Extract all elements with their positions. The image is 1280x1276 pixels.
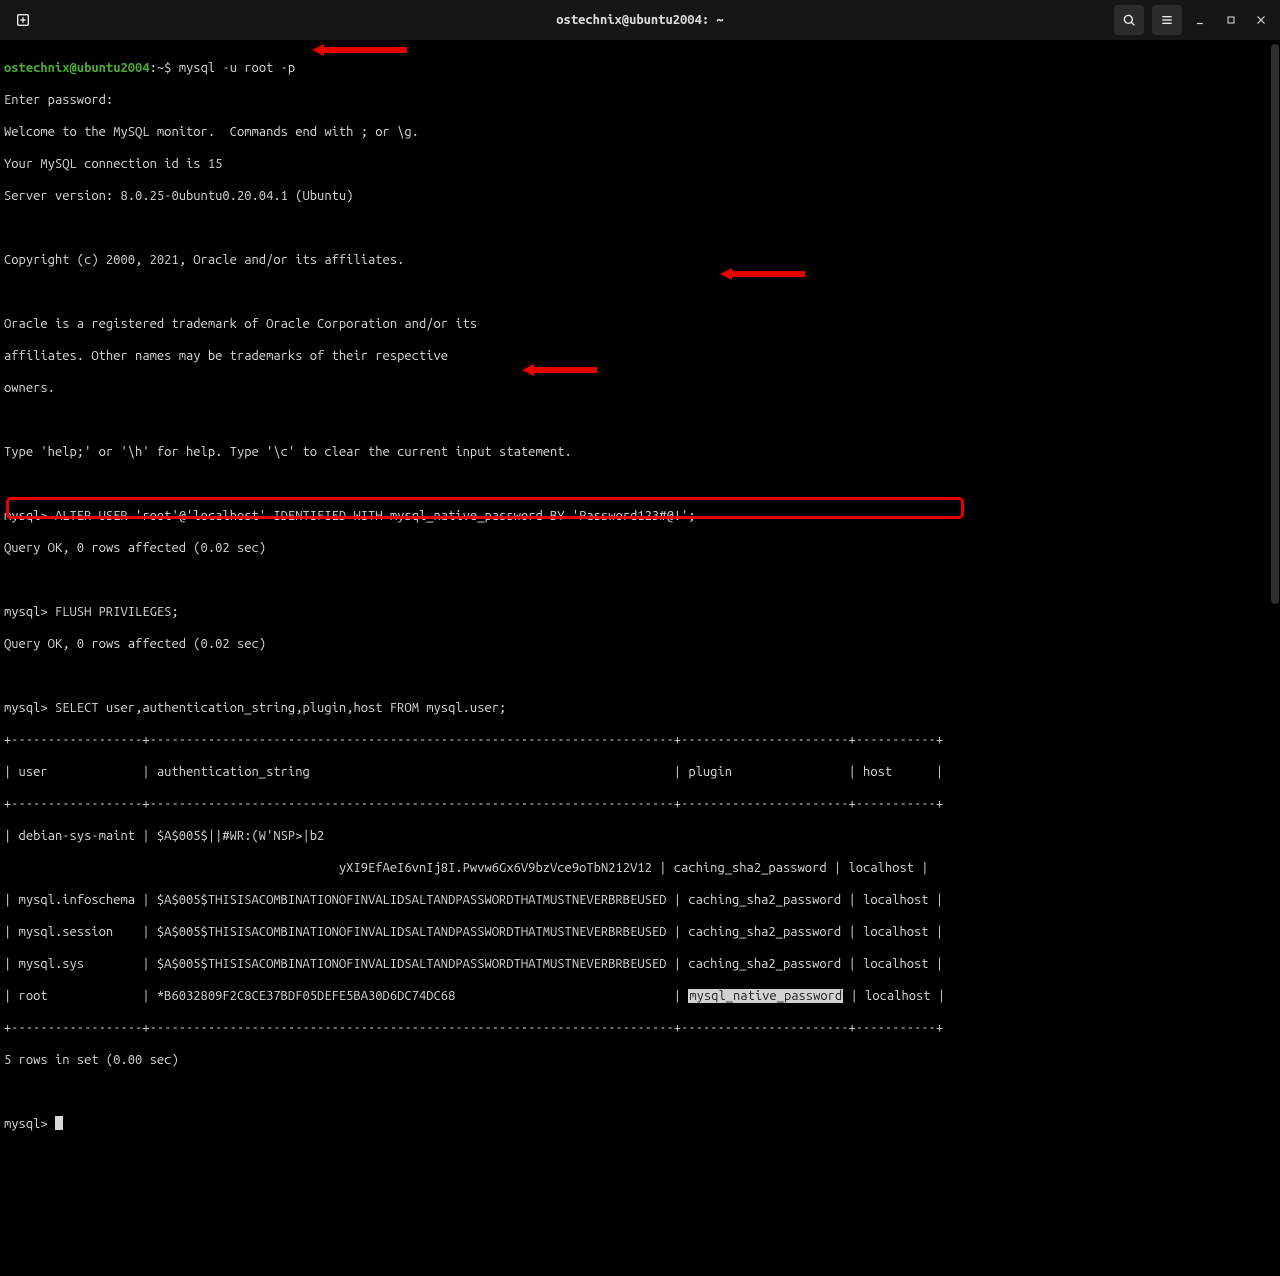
table-row-root-left: | root | *B6032809F2C8CE37BDF05DEFE5BA30…: [4, 989, 688, 1003]
hamburger-menu-icon[interactable]: [1152, 5, 1182, 35]
shell-command: mysql -u root -p: [179, 61, 295, 75]
titlebar: ostechnix@ubuntu2004: ~: [0, 0, 1280, 40]
window-title: ostechnix@ubuntu2004: ~: [0, 12, 1280, 28]
table-row-debian-2: yXI9EfAeI6vnIj8I.Pwvw6Gx6V9bzVce9oTbN212…: [4, 860, 1276, 876]
maximize-button[interactable]: [1220, 9, 1242, 31]
trademark-line-2: affiliates. Other names may be trademark…: [4, 348, 1276, 364]
trademark-line-1: Oracle is a registered trademark of Orac…: [4, 316, 1276, 332]
query-ok-2: Query OK, 0 rows affected (0.02 sec): [4, 636, 1276, 652]
query-ok-1: Query OK, 0 rows affected (0.02 sec): [4, 540, 1276, 556]
table-row-root-right: | localhost |: [843, 989, 945, 1003]
root-plugin-highlight: mysql_native_password: [688, 989, 843, 1003]
table-header: | user | authentication_string | plugin …: [4, 764, 1276, 780]
terminal-area[interactable]: ostechnix@ubuntu2004:~$ mysql -u root -p…: [0, 40, 1280, 1276]
mysql-prompt: mysql>: [4, 605, 48, 619]
table-row-session: | mysql.session | $A$005$THISISACOMBINAT…: [4, 924, 1276, 940]
server-version-line: Server version: 8.0.25-0ubuntu0.20.04.1 …: [4, 188, 1276, 204]
close-button[interactable]: [1250, 9, 1272, 31]
annotation-arrow-2: [720, 268, 805, 280]
trademark-line-3: owners.: [4, 380, 1276, 396]
scrollbar[interactable]: [1270, 40, 1280, 652]
scrollbar-thumb[interactable]: [1271, 44, 1279, 604]
table-border-mid: +------------------+--------------------…: [4, 796, 1276, 812]
mysql-prompt-final: mysql>: [4, 1117, 55, 1131]
welcome-line: Welcome to the MySQL monitor. Commands e…: [4, 124, 1276, 140]
prompt-user-host: ostechnix@ubuntu2004: [4, 61, 150, 75]
copyright-line: Copyright (c) 2000, 2021, Oracle and/or …: [4, 252, 1276, 268]
new-tab-icon[interactable]: [8, 5, 38, 35]
flush-stmt: FLUSH PRIVILEGES;: [48, 605, 179, 619]
table-border-bot: +------------------+--------------------…: [4, 1020, 1276, 1036]
mysql-prompt: mysql>: [4, 701, 48, 715]
annotation-arrow-1: [312, 44, 407, 56]
table-row-sys: | mysql.sys | $A$005$THISISACOMBINATIONO…: [4, 956, 1276, 972]
alter-user-stmt: ALTER USER 'root'@'localhost' IDENTIFIED…: [48, 509, 696, 523]
titlebar-left: [8, 5, 38, 35]
help-line: Type 'help;' or '\h' for help. Type '\c'…: [4, 444, 1276, 460]
annotation-arrow-3: [522, 364, 597, 376]
table-border-top: +------------------+--------------------…: [4, 732, 1276, 748]
prompt-sep: :: [150, 61, 157, 75]
select-stmt: SELECT user,authentication_string,plugin…: [48, 701, 507, 715]
table-row-infoschema: | mysql.infoschema | $A$005$THISISACOMBI…: [4, 892, 1276, 908]
titlebar-right: [1114, 5, 1272, 35]
table-row-debian-1: | debian-sys-maint | $A$005$||#WR:(W'NSP…: [4, 828, 1276, 844]
mysql-prompt: mysql>: [4, 509, 48, 523]
enter-password-line: Enter password:: [4, 92, 1276, 108]
minimize-button[interactable]: [1190, 9, 1212, 31]
conn-id-line: Your MySQL connection id is 15: [4, 156, 1276, 172]
window-title-text: ostechnix@ubuntu2004: ~: [556, 13, 723, 27]
cursor: [55, 1116, 63, 1130]
search-icon[interactable]: [1114, 5, 1144, 35]
rows-summary: 5 rows in set (0.00 sec): [4, 1052, 1276, 1068]
